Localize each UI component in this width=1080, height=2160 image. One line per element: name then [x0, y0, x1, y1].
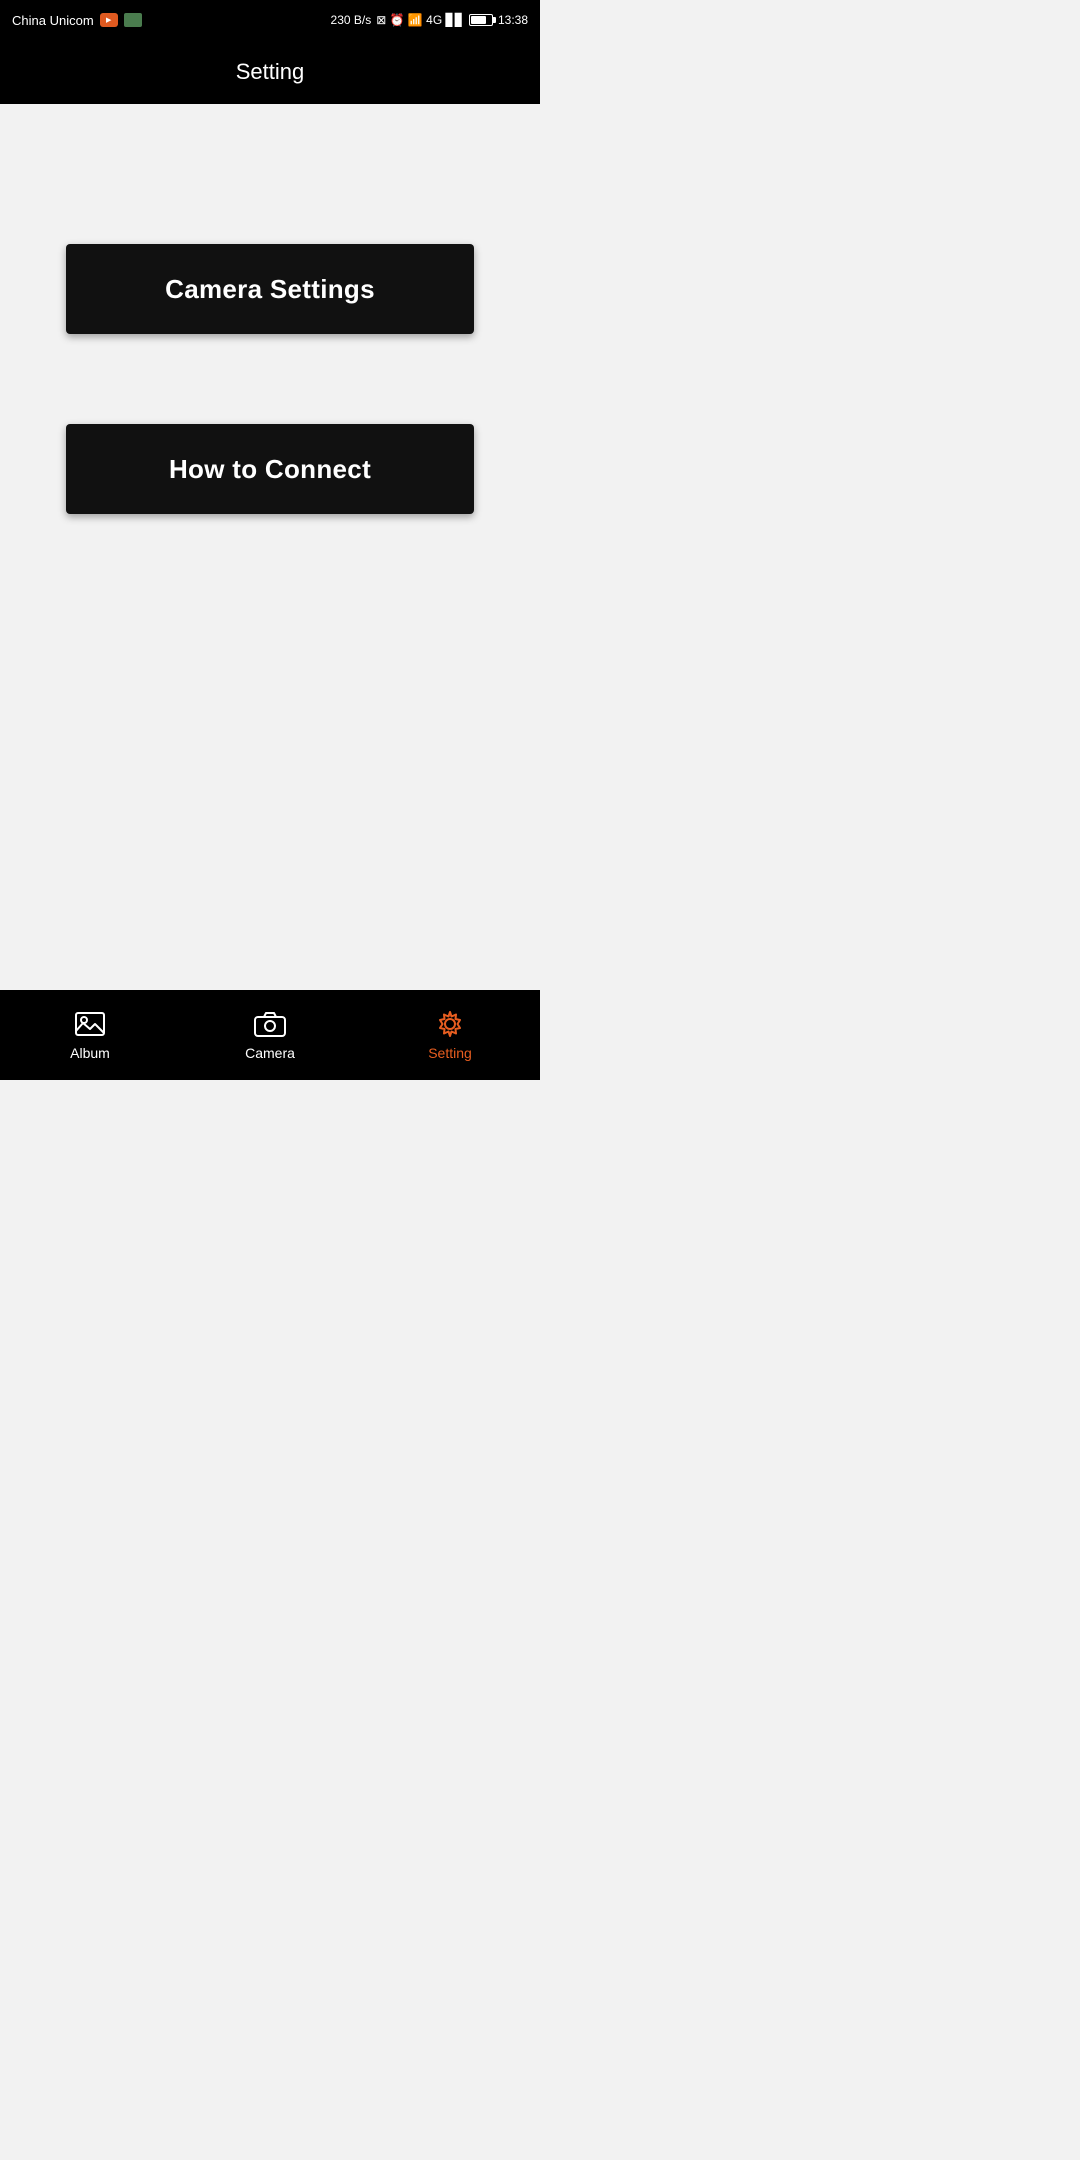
app-header: Setting [0, 40, 540, 104]
status-bar-right: 230 B/s ⊠ ⏰ 📶 4G ▊▊ 13:38 [331, 13, 528, 27]
camera-settings-button[interactable]: Camera Settings [66, 244, 474, 334]
nav-item-album[interactable]: Album [0, 1009, 180, 1061]
how-to-connect-button[interactable]: How to Connect [66, 424, 474, 514]
album-label: Album [70, 1045, 110, 1061]
nav-item-setting[interactable]: Setting [360, 1009, 540, 1061]
status-bar-left: China Unicom [12, 13, 142, 28]
carrier-name: China Unicom [12, 13, 94, 28]
nav-item-camera[interactable]: Camera [180, 1009, 360, 1061]
status-bar: China Unicom 230 B/s ⊠ ⏰ 📶 4G ▊▊ 13:38 [0, 0, 540, 40]
camera-icon [253, 1009, 287, 1039]
play-icon [100, 13, 118, 27]
main-content: Camera Settings How to Connect [0, 104, 540, 990]
green-icon [124, 13, 142, 27]
album-icon [73, 1009, 107, 1039]
bottom-nav: Album Camera Setting [0, 990, 540, 1080]
network-speed: 230 B/s [331, 13, 372, 27]
setting-icon [433, 1009, 467, 1039]
battery-icon [469, 14, 493, 26]
signal-icons: ⊠ ⏰ 📶 4G ▊▊ [376, 13, 464, 27]
setting-label: Setting [428, 1045, 472, 1061]
page-title: Setting [236, 59, 305, 85]
time: 13:38 [498, 13, 528, 27]
camera-label: Camera [245, 1045, 295, 1061]
